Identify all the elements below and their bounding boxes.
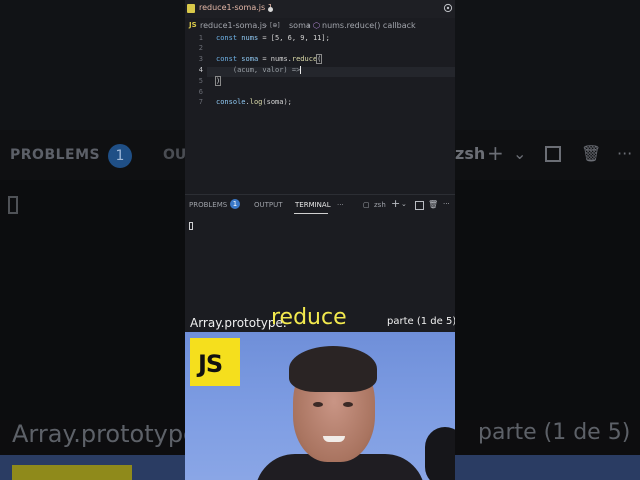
- breadcrumb: JS reduce1-soma.js › [⊕] soma › ⬡ nums.r…: [185, 18, 455, 32]
- breadcrumb-file[interactable]: reduce1-soma.js: [200, 21, 266, 30]
- bg-problems-badge: 1: [108, 144, 132, 168]
- tab-problems[interactable]: PROBLEMS: [189, 201, 227, 209]
- method-icon: ⬡: [313, 21, 320, 30]
- code-text: (acum, valor) =>: [232, 66, 302, 74]
- js-logo: JS: [190, 338, 240, 386]
- code-text: const nums = [5, 6, 9, 11];: [216, 34, 330, 42]
- breadcrumb-separator: ›: [307, 21, 311, 30]
- line-number: 2: [198, 44, 203, 52]
- bg-caption-right: parte (1 de 5): [478, 420, 631, 445]
- breadcrumb-separator: ›: [264, 21, 268, 30]
- line-number: 6: [198, 88, 203, 96]
- caption-part: parte (1 de 5): [387, 316, 455, 327]
- code-text: ): [214, 76, 222, 86]
- settings-icon[interactable]: [443, 3, 453, 13]
- line-number: 5: [198, 77, 203, 85]
- more-actions-icon[interactable]: ···: [443, 200, 450, 208]
- bg-zsh-label: zsh: [455, 144, 486, 163]
- presenter-smile: [323, 436, 345, 442]
- js-file-icon: [187, 4, 195, 13]
- text-cursor: [300, 66, 302, 74]
- split-terminal-icon[interactable]: [415, 201, 424, 210]
- line-number: 4: [198, 66, 203, 74]
- presenter-eye: [343, 402, 353, 407]
- bg-plus-icon: +: [487, 141, 504, 165]
- editor-tab[interactable]: reduce1-soma.js 1: [199, 3, 273, 12]
- bg-chevron-icon: ⌄: [513, 144, 527, 163]
- code-text: const soma = nums.reduce(: [216, 54, 323, 64]
- presenter-eye: [313, 402, 323, 407]
- code-text: console.log(soma);: [216, 98, 292, 106]
- code-line: 7 console.log(soma);: [185, 98, 455, 108]
- code-line: 1 const nums = [5, 6, 9, 11];: [185, 34, 455, 44]
- bg-cursor-block: [8, 196, 18, 214]
- trash-icon[interactable]: 🗑: [428, 200, 438, 209]
- panel-tab-bar: PROBLEMS 1 OUTPUT TERMINAL ··· ▢ zsh + ⌄…: [185, 195, 455, 215]
- editor-tab-bar: reduce1-soma.js 1: [185, 0, 455, 18]
- line-number: 3: [198, 55, 203, 63]
- bg-toolbar-icons: zsh + ⌄ 🗑 ···: [455, 141, 640, 170]
- tab-output[interactable]: OUTPUT: [254, 201, 283, 209]
- terminal-icon: ▢: [363, 201, 370, 209]
- code-line: 3 const soma = nums.reduce(: [185, 54, 455, 65]
- variable-icon: [⊕]: [270, 22, 280, 29]
- video-panel: reduce1-soma.js 1 JS reduce1-soma.js › […: [185, 0, 455, 480]
- tab-filename: reduce1-soma.js: [199, 3, 266, 12]
- video-caption: Array.prototype. reduce parte (1 de 5): [185, 305, 455, 332]
- bg-trash-icon: 🗑: [581, 144, 602, 163]
- line-number: 1: [198, 34, 203, 42]
- presenter-hair: [289, 346, 377, 392]
- bg-problems-label: PROBLEMS: [10, 147, 101, 163]
- more-tabs-button[interactable]: ···: [337, 201, 344, 209]
- code-line: 6: [185, 88, 455, 98]
- js-logo-text: JS: [198, 350, 223, 378]
- line-number: 7: [198, 98, 203, 106]
- terminal-cursor: [189, 222, 193, 230]
- bg-split-icon: [545, 146, 561, 162]
- caption-highlight: reduce: [271, 305, 347, 330]
- active-tab-indicator: [294, 213, 328, 214]
- shell-label[interactable]: zsh: [374, 201, 386, 209]
- bg-caption-left: Array.prototype: [12, 420, 198, 448]
- unsaved-dot-icon[interactable]: [268, 7, 273, 12]
- tab-terminal[interactable]: TERMINAL: [295, 201, 331, 209]
- bg-more-icon: ···: [617, 144, 633, 163]
- microphone: [425, 427, 455, 480]
- bg-logo-strip: [12, 465, 132, 480]
- code-line: 4 (acum, valor) =>: [185, 66, 455, 76]
- chevron-down-icon[interactable]: ⌄: [401, 200, 407, 208]
- code-editor[interactable]: 1 const nums = [5, 6, 9, 11]; 2 3 const …: [185, 32, 455, 194]
- problems-badge: 1: [230, 199, 240, 209]
- code-line: 5 ): [185, 76, 455, 87]
- new-terminal-icon[interactable]: +: [391, 197, 400, 210]
- code-line: 2: [185, 44, 455, 54]
- webcam-video: JS: [185, 332, 455, 480]
- breadcrumb-callback[interactable]: nums.reduce() callback: [322, 21, 416, 30]
- bg-output-label: OU: [163, 147, 187, 163]
- js-breadcrumb-icon: JS: [189, 21, 197, 29]
